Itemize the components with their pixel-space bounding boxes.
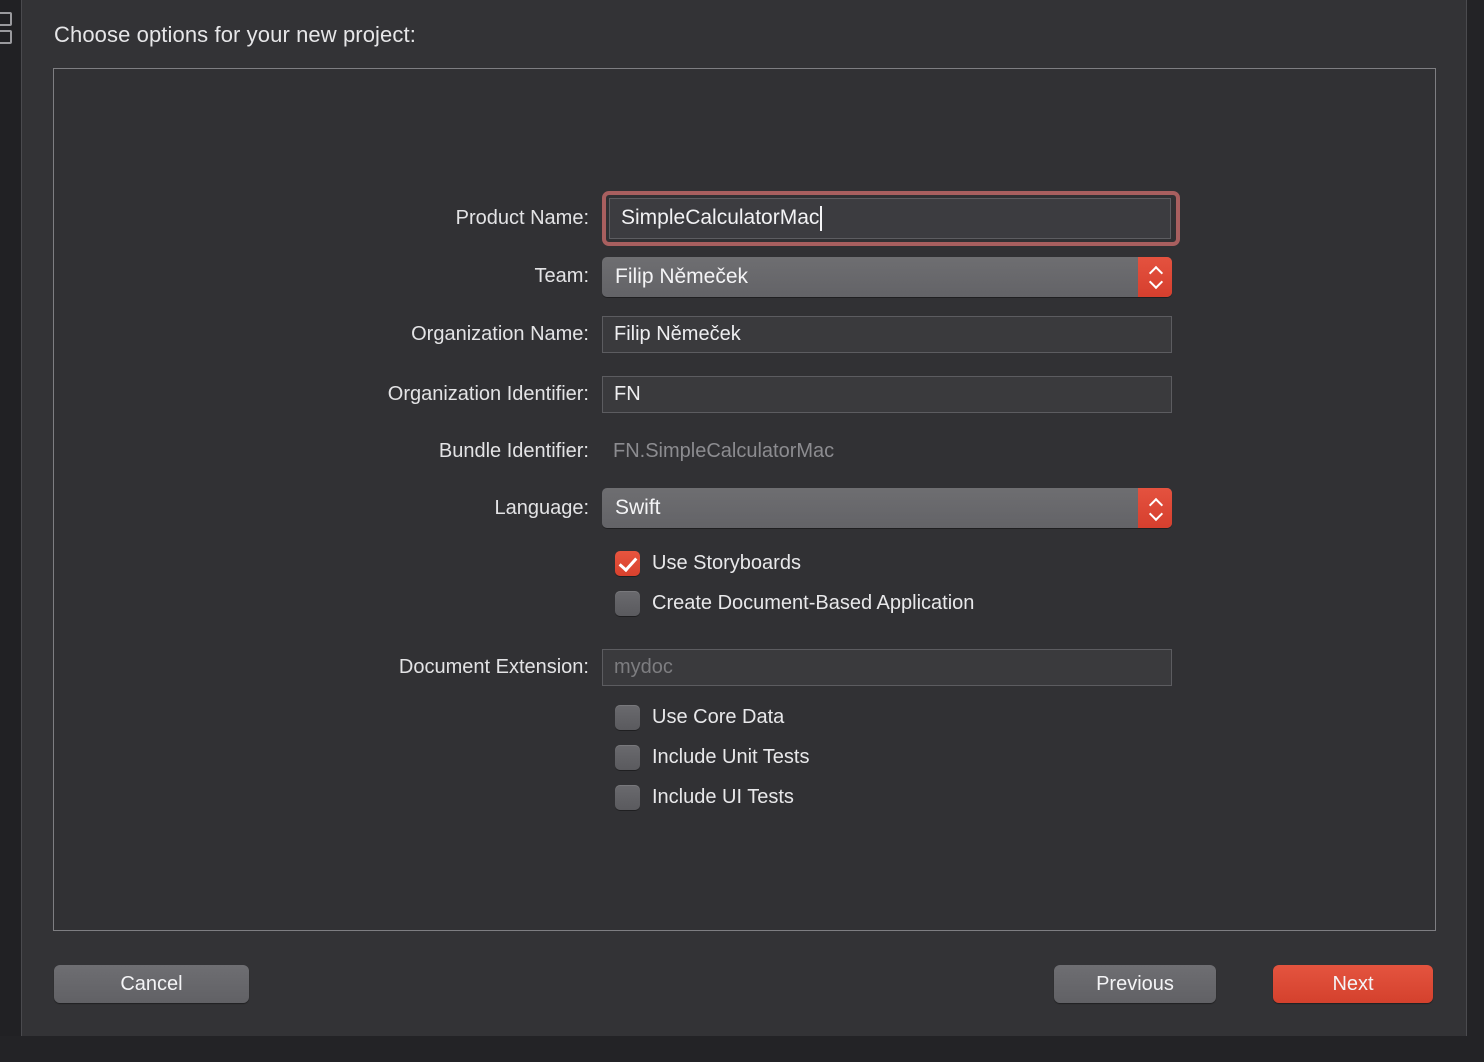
organization-name-label: Organization Name: (54, 323, 602, 346)
product-name-label: Product Name: (54, 207, 602, 230)
language-stepper[interactable] (1138, 488, 1172, 528)
include-ui-tests-checkbox[interactable] (615, 785, 640, 810)
use-storyboards-checkbox[interactable] (615, 551, 640, 576)
product-name-focus-ring: SimpleCalculatorMac (602, 191, 1180, 246)
create-document-based-application-checkbox[interactable] (615, 591, 640, 616)
window-right-edge (1466, 0, 1484, 1062)
options-form: Product Name: SimpleCalculatorMac Team: … (54, 187, 1435, 817)
xcode-new-project-window: Choose options for your new project: Pro… (0, 0, 1484, 1062)
options-panel: Product Name: SimpleCalculatorMac Team: … (53, 68, 1436, 931)
window-left-edge (0, 0, 22, 1036)
form-row-organization-identifier: Organization Identifier: FN (54, 364, 1435, 424)
use-core-data-checkbox[interactable] (615, 705, 640, 730)
document-extension-input[interactable]: mydoc (602, 649, 1172, 686)
chevron-up-icon (1149, 499, 1162, 507)
bundle-identifier-value: FN.SimpleCalculatorMac (602, 440, 834, 463)
team-selected-value: Filip Němeček (602, 265, 748, 289)
checkbox-row-include-ui-tests[interactable]: Include UI Tests (54, 777, 1435, 817)
product-name-input[interactable]: SimpleCalculatorMac (609, 198, 1171, 239)
product-name-field-wrap: SimpleCalculatorMac (602, 191, 1180, 246)
create-document-based-application-label: Create Document-Based Application (652, 592, 974, 615)
use-core-data-label: Use Core Data (652, 706, 784, 729)
use-storyboards-label: Use Storyboards (652, 552, 801, 575)
language-selected-value: Swift (602, 496, 661, 520)
chevron-down-icon (1149, 278, 1162, 286)
previous-button[interactable]: Previous (1054, 965, 1216, 1003)
checkbox-row-use-core-data[interactable]: Use Core Data (54, 697, 1435, 737)
include-unit-tests-label: Include Unit Tests (652, 746, 810, 769)
language-popup-face (602, 488, 1172, 528)
form-row-product-name: Product Name: SimpleCalculatorMac (54, 187, 1435, 249)
next-button[interactable]: Next (1273, 965, 1433, 1003)
cancel-button[interactable]: Cancel (54, 965, 249, 1003)
new-project-options-dialog: Choose options for your new project: Pro… (23, 0, 1466, 1036)
chevron-down-icon (1149, 510, 1162, 518)
form-row-organization-name: Organization Name: Filip Němeček (54, 304, 1435, 364)
page-title: Choose options for your new project: (54, 22, 416, 48)
checkbox-row-include-unit-tests[interactable]: Include Unit Tests (54, 737, 1435, 777)
checkbox-row-create-document-based-application[interactable]: Create Document-Based Application (54, 583, 1435, 623)
form-row-language: Language: Swift (54, 479, 1435, 537)
organization-identifier-label: Organization Identifier: (54, 383, 602, 406)
team-stepper[interactable] (1138, 257, 1172, 297)
language-popup-button[interactable]: Swift (602, 488, 1172, 528)
bundle-identifier-label: Bundle Identifier: (54, 440, 602, 463)
include-ui-tests-label: Include UI Tests (652, 786, 794, 809)
chevron-up-icon (1149, 267, 1162, 275)
text-caret (820, 206, 822, 231)
form-row-document-extension: Document Extension: mydoc (54, 637, 1435, 697)
checkbox-row-use-storyboards[interactable]: Use Storyboards (54, 543, 1435, 583)
panel-layout-icon (0, 12, 14, 48)
form-row-team: Team: Filip Němeček (54, 249, 1435, 304)
organization-name-input[interactable]: Filip Němeček (602, 316, 1172, 353)
dialog-button-bar: Cancel Previous Next (23, 931, 1466, 1036)
document-extension-label: Document Extension: (54, 656, 602, 679)
form-row-bundle-identifier: Bundle Identifier: FN.SimpleCalculatorMa… (54, 424, 1435, 479)
team-label: Team: (54, 265, 602, 288)
language-label: Language: (54, 497, 602, 520)
window-bottom-edge (0, 1036, 1484, 1062)
product-name-value: SimpleCalculatorMac (621, 206, 819, 230)
include-unit-tests-checkbox[interactable] (615, 745, 640, 770)
organization-identifier-input[interactable]: FN (602, 376, 1172, 413)
team-popup-button[interactable]: Filip Němeček (602, 257, 1172, 297)
